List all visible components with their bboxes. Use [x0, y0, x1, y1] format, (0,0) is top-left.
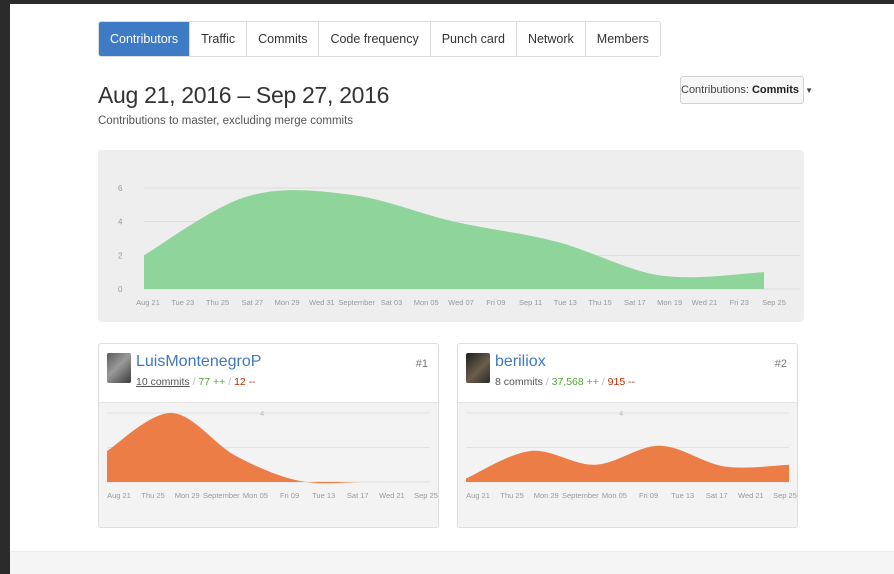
graphs-tab-bar: Contributors Traffic Commits Code freque… — [98, 21, 661, 57]
caret-down-icon: ▼ — [805, 86, 813, 95]
x-tick-label: Thu 15 — [588, 298, 611, 307]
x-tick-label: Mon 05 — [243, 491, 268, 500]
x-tick-label: Fri 09 — [280, 491, 299, 500]
contributions-chart-svg: 0 2 4 6 Aug 21 Tue 23 Thu 25 Sat 27 Mon 29 Wed 31… — [118, 184, 800, 307]
x-tick-label: Aug 21 — [136, 298, 160, 307]
x-tick-label: Wed 31 — [309, 298, 335, 307]
x-tick-label: Mon 05 — [414, 298, 439, 307]
contributions-value: Commits — [751, 84, 799, 96]
x-tick-label: Wed 07 — [448, 298, 474, 307]
commits-area — [144, 190, 764, 289]
contributor-card-header: beriliox 8 commits / 37,568 ++ / 915 -- … — [458, 344, 797, 403]
additions-count: 77 ++ — [198, 376, 226, 388]
x-tick-label: Wed 21 — [738, 491, 764, 500]
commits-count: 8 commits — [495, 376, 543, 388]
x-tick-label: Mon 29 — [175, 491, 200, 500]
additions-count: 37,568 ++ — [551, 376, 599, 388]
contributions-label: Contributions: — [681, 84, 749, 96]
x-tick-label: Tue 13 — [671, 491, 694, 500]
tab-traffic[interactable]: Traffic — [190, 22, 248, 56]
contributor-card-2: beriliox 8 commits / 37,568 ++ / 915 -- … — [457, 343, 798, 528]
x-tick-label: Mon 29 — [275, 298, 300, 307]
contributor-commits-area — [107, 412, 430, 484]
x-tick-label: Sat 17 — [347, 491, 369, 500]
tab-members[interactable]: Members — [585, 22, 660, 56]
x-tick-label: Sep 25 — [414, 491, 438, 500]
x-tick-label: Sat 17 — [706, 491, 728, 500]
x-tick-label: Mon 29 — [534, 491, 559, 500]
contributor-name-link[interactable]: beriliox — [495, 353, 546, 371]
contributions-dropdown[interactable]: Contributions: Commits ▼ — [680, 76, 813, 104]
x-tick-label: Tue 13 — [554, 298, 577, 307]
x-tick-label: Aug 21 — [107, 491, 131, 500]
deletions-count: 915 -- — [607, 376, 636, 388]
x-tick-label: Fri 09 — [639, 491, 658, 500]
page-subtitle: Contributions to master, excluding merge… — [98, 115, 354, 127]
contributor-commits-area — [466, 445, 789, 482]
x-tick-label: Thu 25 — [500, 491, 523, 500]
x-tick-label: Sat 17 — [624, 298, 646, 307]
x-tick-label: Sat 27 — [241, 298, 263, 307]
contributor-card-1: LuisMontenegroP 10 commits / 77 ++ / 12 … — [98, 343, 439, 528]
contributor-chart: 4 Aug 21 Thu 25 Mon 29 September Mon 05 Fri 09… — [99, 403, 438, 527]
contributor-chart-svg: 4 Aug 21 Thu 25 Mon 29 September Mon 05 Fri 09… — [466, 409, 797, 500]
x-tick-label: September — [562, 491, 599, 500]
x-tick-label: Sep 11 — [519, 298, 542, 307]
tab-commits[interactable]: Commits — [247, 22, 320, 56]
contributor-rank: #2 — [774, 358, 787, 370]
x-tick-label: Tue 23 — [171, 298, 194, 307]
contributor-rank: #1 — [415, 358, 428, 370]
tab-contributors[interactable]: Contributors — [99, 22, 191, 56]
avatar[interactable] — [466, 353, 490, 383]
contributor-name-link[interactable]: LuisMontenegroP — [136, 353, 261, 371]
commits-link[interactable]: 10 commits — [136, 376, 190, 388]
y-tick-label: 4 — [260, 409, 264, 418]
x-tick-label: Fri 23 — [730, 298, 749, 307]
contributor-chart: 4 Aug 21 Thu 25 Mon 29 September Mon 05 Fri 09… — [458, 403, 797, 527]
x-tick-label: Wed 21 — [379, 491, 405, 500]
x-tick-label: Fri 09 — [486, 298, 505, 307]
contributions-chart: 0 2 4 6 Aug 21 Tue 23 Thu 25 Sat 27 Mon 29 Wed 31… — [98, 150, 804, 322]
deletions-count: 12 -- — [234, 376, 256, 388]
y-tick-label: 0 — [118, 285, 123, 294]
x-tick-label: Tue 13 — [312, 491, 335, 500]
x-tick-label: Sat 03 — [381, 298, 403, 307]
footer-strip — [10, 551, 894, 574]
x-tick-label: Mon 05 — [602, 491, 627, 500]
x-tick-label: Sep 25 — [762, 298, 786, 307]
y-tick-label: 4 — [619, 409, 623, 418]
x-tick-label: Thu 25 — [206, 298, 229, 307]
x-tick-label: Mon 19 — [657, 298, 682, 307]
y-tick-label: 4 — [118, 218, 123, 227]
y-tick-label: 6 — [118, 184, 123, 193]
tab-network[interactable]: Network — [516, 22, 586, 56]
tab-code-frequency[interactable]: Code frequency — [319, 22, 431, 56]
avatar[interactable] — [107, 353, 131, 383]
x-tick-label: September — [338, 298, 375, 307]
contributor-chart-svg: 4 Aug 21 Thu 25 Mon 29 September Mon 05 Fri 09… — [107, 409, 438, 500]
contributor-card-header: LuisMontenegroP 10 commits / 77 ++ / 12 … — [99, 344, 438, 403]
page-title: Aug 21, 2016 – Sep 27, 2016 — [98, 82, 390, 108]
contributor-stats: 8 commits / 37,568 ++ / 915 -- — [495, 376, 635, 388]
contributor-stats: 10 commits / 77 ++ / 12 -- — [136, 376, 256, 388]
y-tick-label: 2 — [118, 251, 123, 260]
x-tick-label: Wed 21 — [692, 298, 718, 307]
x-tick-label: Aug 21 — [466, 491, 490, 500]
x-tick-label: Sep 25 — [773, 491, 797, 500]
x-tick-label: Thu 25 — [141, 491, 164, 500]
tab-punch-card[interactable]: Punch card — [430, 22, 517, 56]
x-tick-label: September — [203, 491, 240, 500]
